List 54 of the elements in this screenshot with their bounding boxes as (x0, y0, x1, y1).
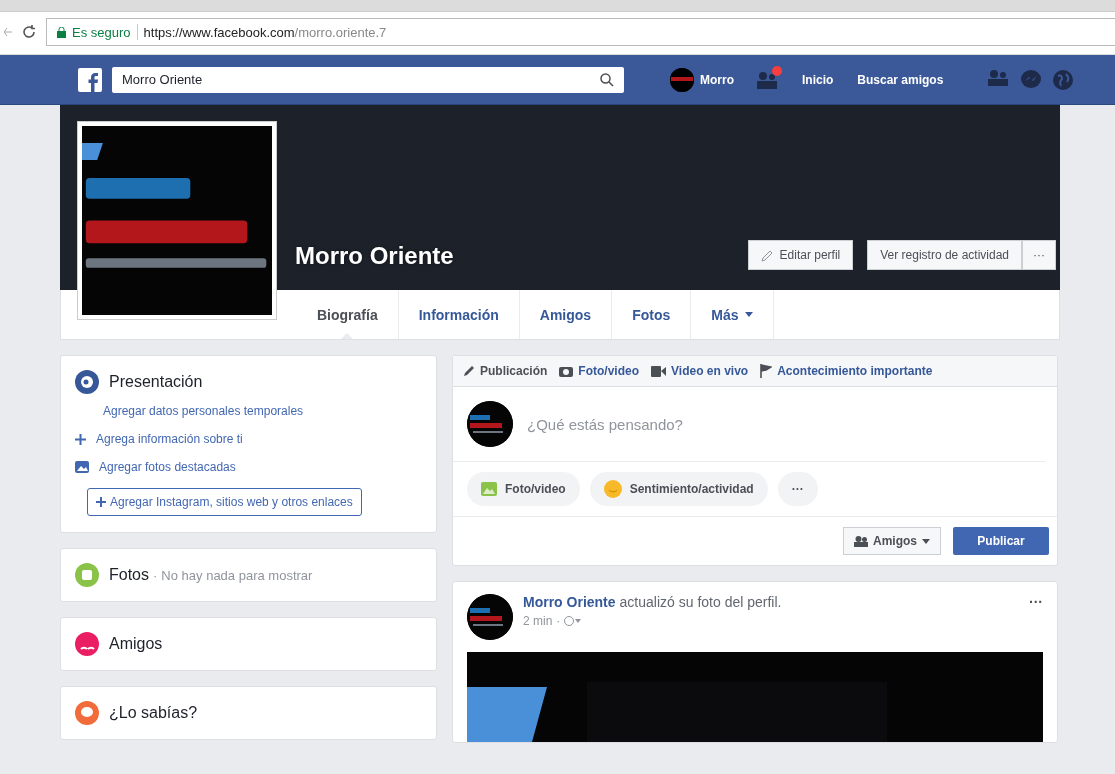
lock-icon (57, 26, 66, 38)
secure-label: Es seguro (72, 24, 131, 40)
composer-tab[interactable]: Foto/video (559, 364, 640, 378)
logo-icon (78, 67, 102, 92)
intro-action-link[interactable]: Agrega información sobre ti (61, 432, 257, 446)
composer-tab[interactable]: Acontecimiento importante (760, 364, 933, 378)
empty-note: No hay nada para mostrar (161, 567, 313, 583)
publish-button[interactable]: Publicar (953, 527, 1049, 555)
photo-icon (481, 482, 497, 496)
plus-icon (96, 497, 106, 507)
card-title: Presentación (109, 373, 203, 391)
caret-icon (922, 538, 930, 544)
video-camera-icon (651, 365, 667, 377)
add-links-button[interactable]: Agregar Instagram, sitios web y otros enlaces (87, 488, 362, 516)
composer-tab[interactable]: Publicación (463, 364, 548, 378)
composer-chip[interactable]: Foto/video (467, 472, 580, 506)
plus-icon (75, 433, 86, 445)
flag-icon (760, 364, 773, 378)
address-bar[interactable]: Es seguro https://www.facebook.com/morro.oriente.7 (46, 18, 1115, 46)
intro-link[interactable]: Agregar datos personales temporales (61, 404, 304, 418)
author-link[interactable]: Morro Oriente (523, 594, 616, 610)
post-action-text: actualizó su foto del perfil. (619, 594, 782, 610)
profile-link[interactable]: Morro (670, 67, 734, 92)
camera-icon (559, 365, 574, 377)
nav-link[interactable]: Inicio (802, 72, 834, 87)
search-icon (600, 72, 614, 87)
friend-requests-icon[interactable] (756, 70, 778, 89)
card-title: Fotos (109, 566, 149, 584)
post-menu-button[interactable]: ··· (1029, 594, 1043, 610)
card-title: ¿Lo sabías? (109, 704, 198, 722)
edit-profile-button[interactable]: Editar perfil (747, 240, 854, 270)
card-title: Amigos (109, 635, 163, 653)
composer-tab[interactable]: Video en vivo (651, 364, 749, 378)
audience-selector[interactable]: Amigos (843, 527, 941, 555)
profile-name: Morro Oriente (295, 242, 454, 270)
photos-icon (75, 461, 89, 473)
pencil-icon (760, 248, 774, 262)
search-field[interactable]: Morro Oriente (112, 66, 624, 93)
intro-action-link[interactable]: Agregar fotos destacadas (61, 460, 250, 474)
separator-dot: · (556, 614, 561, 628)
nav-link[interactable]: Buscar amigos (857, 72, 944, 87)
more-button[interactable]: ··· (1022, 240, 1056, 270)
activity-log-button[interactable]: Ver registro de actividad (867, 240, 1022, 270)
post-time: 2 min (523, 614, 553, 628)
separator-dot: · (153, 567, 158, 583)
reload-icon[interactable] (22, 25, 36, 39)
more-button[interactable]: ··· (777, 472, 818, 506)
url-text: https://www.facebook.com/morro.oriente.7 (143, 24, 387, 40)
pencil-icon (463, 365, 475, 377)
friends-icon[interactable] (987, 69, 1010, 86)
smiley-icon (603, 480, 622, 498)
back-icon[interactable] (4, 26, 12, 38)
friends-icon (854, 535, 868, 547)
composer-chip[interactable]: Sentimiento/actividad (589, 472, 768, 506)
